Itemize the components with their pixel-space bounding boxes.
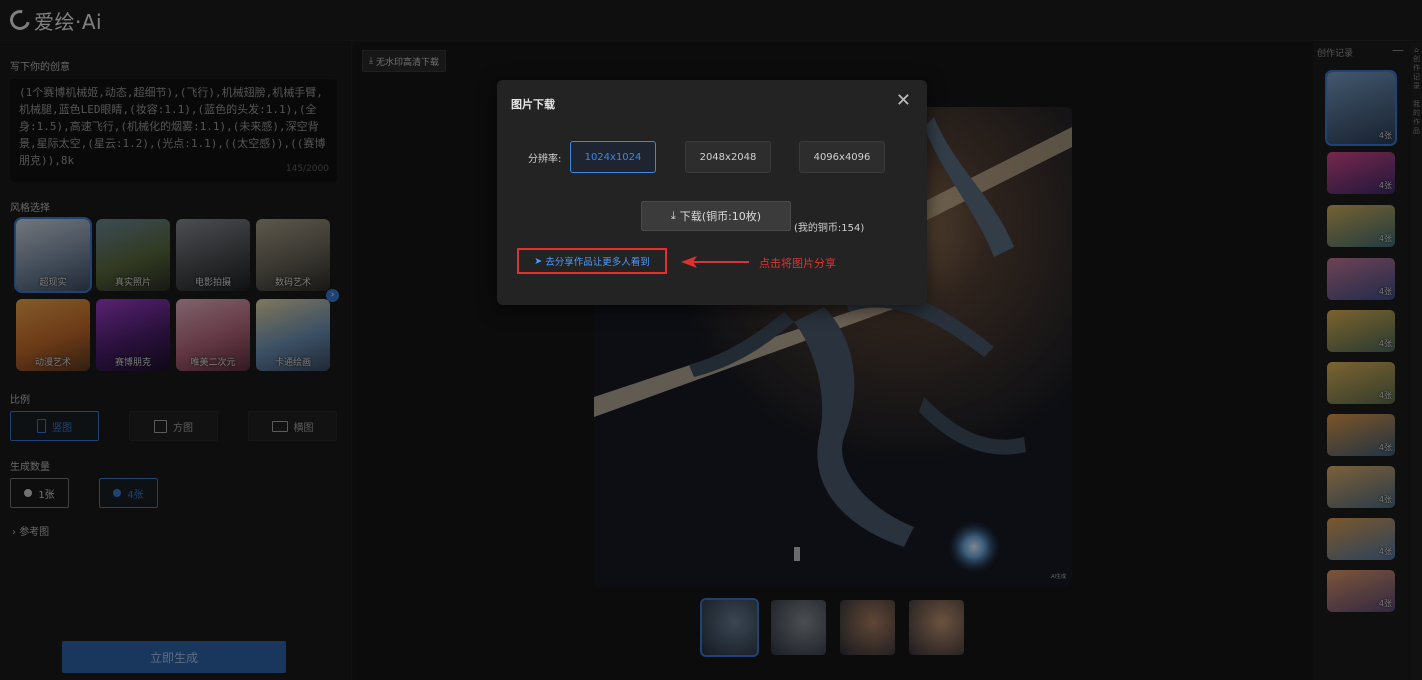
annotation-arrow-icon [681,256,749,268]
resolution-2048-button[interactable]: 2048x2048 [685,141,771,173]
annotation-text: 点击将图片分享 [759,257,836,270]
download-modal: 图片下载 ✕ 分辨率: 1024x1024 2048x2048 4096x409… [497,80,927,305]
modal-title: 图片下载 [511,98,555,111]
send-icon: ➤ [534,255,543,267]
download-button[interactable]: ⤓ 下载(铜币:10枚) [641,201,791,231]
resolution-label: 分辨率: [528,154,562,165]
close-icon[interactable]: ✕ [896,90,911,111]
coin-balance: (我的铜币:154) [794,223,865,234]
app-root: 爱绘·Ai 写下你的创意 (1个赛博机械姬,动态,超细节),(飞行),机械翅膀,… [0,0,1422,680]
download-button-label: 下载(铜币:10枚) [679,210,762,223]
share-button-label: 去分享作品让更多人看到 [545,257,650,268]
resolution-4096-button[interactable]: 4096x4096 [799,141,885,173]
share-button[interactable]: ➤ 去分享作品让更多人看到 [517,248,667,274]
download-icon: ⤓ [670,209,676,222]
resolution-1024-button[interactable]: 1024x1024 [570,141,656,173]
